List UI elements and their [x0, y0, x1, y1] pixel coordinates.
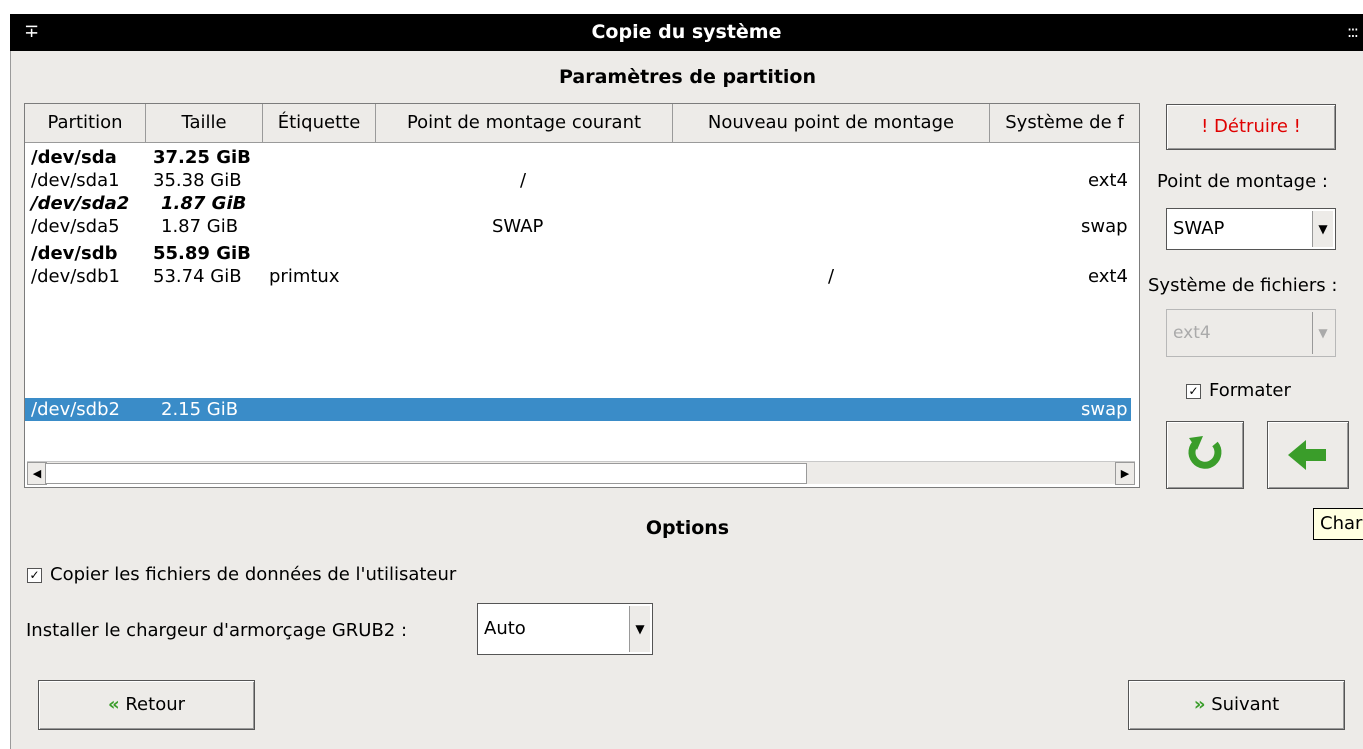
- cell-current-mount: SWAP: [492, 216, 544, 237]
- checkbox-icon[interactable]: ✓: [1186, 383, 1201, 399]
- cell-size: 1.87 GiB: [161, 216, 239, 237]
- refresh-button[interactable]: [1166, 421, 1244, 489]
- copy-user-data-checkbox[interactable]: ✓ Copier les fichiers de données de l'uti…: [27, 564, 456, 585]
- cell-size: 2.15 GiB: [161, 399, 239, 420]
- filesystem-label: Système de fichiers :: [1148, 275, 1338, 296]
- chevron-down-icon: ▼: [1312, 312, 1333, 354]
- left-arrow-icon: [1288, 440, 1326, 470]
- cell-size: 37.25 GiB: [153, 147, 251, 168]
- mount-point-select[interactable]: SWAP ▼: [1166, 208, 1336, 250]
- back-button[interactable]: « Retour: [38, 680, 255, 730]
- cell-size: 1.87 GiB: [161, 193, 247, 214]
- cell-current-mount: /: [520, 170, 527, 191]
- table-row-selected[interactable]: /dev/sdb2 2.15 GiB swap: [25, 398, 1131, 421]
- cell-filesystem: ext4: [1088, 266, 1128, 287]
- table-row[interactable]: /dev/sdb 55.89 GiB: [25, 242, 1131, 265]
- chevron-down-icon[interactable]: ▼: [629, 606, 650, 652]
- format-checkbox[interactable]: ✓ Formater: [1186, 380, 1291, 401]
- table-header: Partition Taille Étiquette Point de mont…: [25, 104, 1139, 143]
- format-label: Formater: [1209, 380, 1291, 401]
- column-header-current-mount[interactable]: Point de montage courant: [376, 104, 673, 142]
- scroll-left-icon[interactable]: ◀: [27, 462, 47, 485]
- back-button-label: Retour: [125, 694, 186, 715]
- cell-filesystem: swap: [1081, 399, 1128, 420]
- cell-partition: /dev/sda5: [31, 216, 120, 237]
- options-section-title: Options: [645, 517, 730, 539]
- cell-new-mount: /: [828, 266, 835, 287]
- grub-label: Installer le chargeur d'armorçage GRUB2 …: [26, 620, 408, 641]
- cell-size: 55.89 GiB: [153, 243, 251, 264]
- table-row[interactable]: /dev/sdb1 53.74 GiB primtux / ext4: [25, 265, 1131, 288]
- scrollbar-thumb[interactable]: [45, 463, 807, 484]
- horizontal-scrollbar[interactable]: ◀ ▶: [27, 461, 1135, 485]
- chevron-down-icon[interactable]: ▼: [1312, 211, 1333, 247]
- filesystem-select: ext4 ▼: [1166, 309, 1336, 357]
- partition-section-title: Paramètres de partition: [558, 66, 817, 88]
- mount-point-label: Point de montage :: [1157, 171, 1328, 192]
- next-button[interactable]: » Suivant: [1128, 680, 1345, 730]
- grub-value: Auto: [484, 618, 526, 639]
- cell-size: 53.74 GiB: [153, 266, 242, 287]
- table-row[interactable]: /dev/sda2 1.87 GiB: [25, 192, 1131, 215]
- destroy-button[interactable]: ! Détruire !: [1166, 104, 1336, 150]
- table-row[interactable]: /dev/sda1 35.38 GiB / ext4: [25, 169, 1131, 192]
- column-header-size[interactable]: Taille: [146, 104, 263, 142]
- tooltip: Char: [1313, 508, 1363, 540]
- mount-point-value: SWAP: [1173, 218, 1225, 239]
- column-header-label[interactable]: Étiquette: [263, 104, 376, 142]
- cell-filesystem: swap: [1081, 216, 1128, 237]
- copy-user-data-label: Copier les fichiers de données de l'util…: [50, 564, 457, 585]
- scroll-right-icon[interactable]: ▶: [1115, 462, 1135, 485]
- cell-filesystem: ext4: [1088, 170, 1128, 191]
- double-chevron-left-icon: «: [107, 694, 120, 715]
- apply-button[interactable]: [1267, 421, 1349, 489]
- cell-partition: /dev/sda1: [31, 170, 120, 191]
- table-row[interactable]: /dev/sda 37.25 GiB: [25, 146, 1131, 169]
- window-title: Copie du système: [591, 21, 782, 43]
- column-header-filesystem[interactable]: Système de f: [990, 104, 1139, 142]
- cell-partition: /dev/sdb1: [31, 266, 120, 287]
- main-window: Paramètres de partition Partition Taille…: [10, 51, 1363, 749]
- grub-select[interactable]: Auto ▼: [477, 603, 653, 655]
- filesystem-value: ext4: [1173, 323, 1211, 343]
- column-header-partition[interactable]: Partition: [25, 104, 146, 142]
- cell-partition: /dev/sda2: [31, 193, 130, 214]
- partition-table[interactable]: Partition Taille Étiquette Point de mont…: [24, 103, 1140, 488]
- next-button-label: Suivant: [1211, 694, 1280, 715]
- cell-size: 35.38 GiB: [153, 170, 242, 191]
- cell-label: primtux: [269, 266, 340, 287]
- column-header-new-mount[interactable]: Nouveau point de montage: [673, 104, 990, 142]
- refresh-icon: [1188, 436, 1222, 469]
- cell-partition: /dev/sda: [31, 147, 117, 168]
- table-row[interactable]: /dev/sda5 1.87 GiB SWAP swap: [25, 215, 1131, 238]
- double-chevron-right-icon: »: [1193, 694, 1206, 715]
- cell-partition: /dev/sdb: [31, 243, 118, 264]
- title-bar: ∓ Copie du système :::: [10, 14, 1363, 51]
- window-menu-icon[interactable]: :::: [1347, 22, 1359, 41]
- cell-partition: /dev/sdb2: [31, 399, 120, 420]
- checkbox-icon[interactable]: ✓: [27, 567, 42, 583]
